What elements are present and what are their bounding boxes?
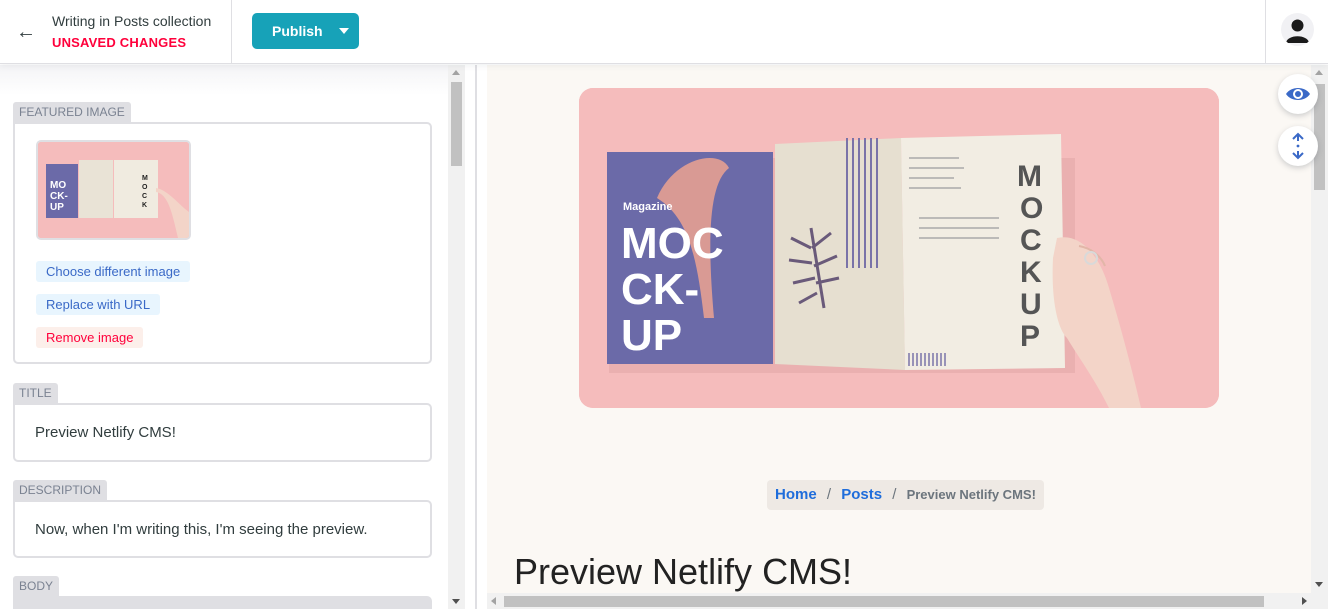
chevron-down-icon[interactable] (339, 28, 349, 34)
preview-page-title: Preview Netlify CMS! (514, 551, 853, 592)
body-editor-toolbar[interactable] (13, 596, 432, 609)
choose-different-image-button[interactable]: Choose different image (36, 261, 191, 282)
user-avatar[interactable] (1281, 13, 1314, 46)
editor-topbar: ← Writing in Posts collection UNSAVED CH… (0, 0, 1328, 64)
body-label: BODY (13, 576, 60, 596)
breadcrumb-separator: / (826, 486, 832, 503)
replace-with-url-button[interactable]: Replace with URL (36, 294, 161, 315)
vertical-arrows-icon (1292, 132, 1304, 160)
collection-label: Writing in Posts collection (52, 13, 212, 29)
breadcrumb-separator: / (892, 486, 897, 503)
magazine-mockup-image: Magazine MOC CK- UP M O C K U P (579, 88, 1219, 408)
cover-line-3: UP (621, 311, 682, 360)
pane-divider-handle[interactable] (475, 65, 477, 609)
featured-image-field: MO CK- UP M O C K Choose different image… (13, 122, 432, 364)
breadcrumb-home-link[interactable]: Home (775, 486, 817, 503)
breadcrumb: Home / Posts / Preview Netlify CMS! (767, 480, 1044, 510)
remove-image-button[interactable]: Remove image (36, 327, 144, 348)
featured-image-label: FEATURED IMAGE (13, 102, 131, 122)
preview-scroll-right-arrow-icon[interactable] (1302, 597, 1307, 605)
cover-magazine-text: Magazine (623, 201, 673, 213)
title-input[interactable]: Preview Netlify CMS! (35, 424, 176, 441)
featured-image-preview: Magazine MOC CK- UP M O C K U P (579, 88, 1219, 408)
unsaved-status: UNSAVED CHANGES (52, 35, 187, 50)
svg-text:K: K (142, 202, 147, 209)
breadcrumb-posts-link[interactable]: Posts (841, 486, 882, 503)
title-label: TITLE (13, 383, 58, 403)
editor-top-shadow (0, 65, 448, 95)
preview-horizontal-scrollbar-thumb[interactable] (504, 596, 1264, 607)
svg-text:UP: UP (50, 202, 64, 213)
collection-info: Writing in Posts collection UNSAVED CHAN… (52, 13, 211, 50)
topbar-divider-right (1265, 0, 1266, 64)
cover-line-2: CK- (621, 265, 699, 314)
back-arrow-icon[interactable]: ← (14, 20, 38, 44)
page-letter-c: C (1020, 224, 1042, 257)
svg-text:O: O (142, 184, 148, 191)
topbar-divider (231, 0, 232, 64)
featured-image-thumbnail[interactable]: MO CK- UP M O C K (36, 140, 191, 240)
publish-label: Publish (272, 23, 323, 39)
editor-pane: FEATURED IMAGE MO CK- UP M O C K Choose … (0, 65, 448, 609)
title-field[interactable]: Preview Netlify CMS! (13, 403, 432, 462)
preview-scroll-down-arrow-icon[interactable] (1315, 582, 1323, 587)
scroll-up-arrow-icon[interactable] (452, 70, 460, 75)
description-input[interactable]: Now, when I'm writing this, I'm seeing t… (35, 521, 368, 538)
page-letter-u: U (1020, 288, 1042, 321)
svg-text:M: M (142, 175, 148, 182)
preview-toggle-button[interactable] (1278, 74, 1318, 114)
preview-scroll-left-arrow-icon[interactable] (491, 597, 496, 605)
svg-text:MO: MO (50, 180, 66, 191)
page-letter-m: M (1017, 160, 1042, 193)
sync-scroll-button[interactable] (1278, 126, 1318, 166)
page-letter-p: P (1020, 320, 1040, 353)
mockup-thumbnail-image: MO CK- UP M O C K (38, 142, 189, 238)
page-letter-o: O (1020, 192, 1043, 225)
preview-pane: Magazine MOC CK- UP M O C K U P Home / P… (487, 65, 1311, 593)
description-label: DESCRIPTION (13, 480, 108, 500)
page-letter-k: K (1020, 256, 1042, 289)
svg-text:CK-: CK- (50, 191, 68, 202)
editor-scrollbar-thumb[interactable] (451, 82, 462, 166)
breadcrumb-current: Preview Netlify CMS! (906, 487, 1036, 502)
eye-icon (1286, 88, 1310, 100)
svg-text:C: C (142, 193, 147, 200)
user-icon (1286, 19, 1309, 43)
publish-button[interactable]: Publish (252, 13, 359, 49)
description-field[interactable]: Now, when I'm writing this, I'm seeing t… (13, 500, 432, 558)
scroll-down-arrow-icon[interactable] (452, 599, 460, 604)
cover-line-1: MOC (621, 219, 724, 268)
